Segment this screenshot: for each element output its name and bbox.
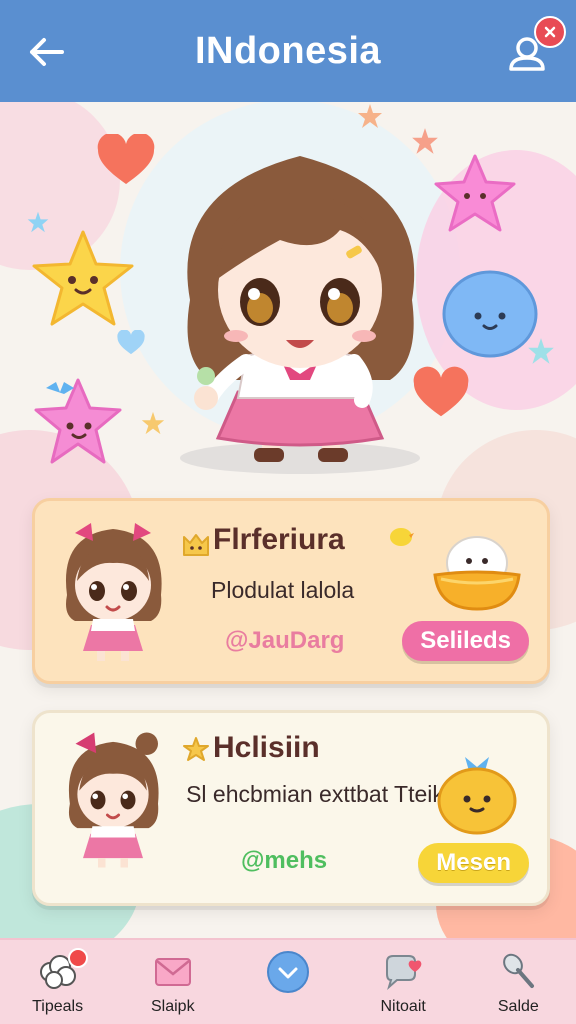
card-subtitle: Sl ehcbmian exttbat Tteik bbox=[186, 781, 444, 807]
content-card[interactable]: Flrferiura Plodulat lalola @JauDarg Seli… bbox=[32, 498, 550, 684]
chevron-down-icon bbox=[266, 951, 309, 993]
pink-star-sticker-icon bbox=[34, 378, 122, 464]
nav-item-slaipk[interactable]: Slaipk bbox=[123, 940, 223, 1016]
nav-item-salde[interactable]: Salde bbox=[468, 940, 568, 1016]
order-button[interactable]: Mesen bbox=[418, 843, 529, 883]
nav-label: Slaipk bbox=[150, 998, 195, 1015]
heart-sticker-icon bbox=[97, 134, 155, 184]
nav-item-nitoait[interactable]: Nitoait bbox=[353, 940, 453, 1016]
select-button[interactable]: Selileds bbox=[402, 621, 529, 661]
nav-label: Tipeals bbox=[32, 998, 84, 1015]
hero-character-illustration bbox=[180, 156, 420, 474]
rice-bowl-icon bbox=[433, 536, 521, 611]
small-star-icon bbox=[528, 338, 554, 364]
spoon-icon bbox=[503, 953, 535, 988]
notification-badge bbox=[67, 948, 88, 968]
nav-item-tipeals[interactable]: Tipeals bbox=[8, 940, 108, 1016]
cat-face-icon bbox=[183, 534, 209, 556]
bottom-nav: Tipeals Slaipk Nitoait Salde bbox=[0, 938, 576, 1024]
nav-label: Salde bbox=[497, 998, 539, 1015]
card-handle[interactable]: @mehs bbox=[241, 847, 327, 875]
page-title: INdonesia bbox=[194, 29, 382, 72]
close-icon bbox=[544, 26, 556, 38]
character-avatar-illustration bbox=[68, 732, 159, 868]
orange-fruit-icon bbox=[437, 757, 517, 835]
small-star-icon bbox=[358, 104, 382, 128]
app-header: INdonesia bbox=[0, 0, 576, 102]
card-handle[interactable]: @JauDarg bbox=[225, 627, 344, 655]
small-star-icon bbox=[27, 211, 49, 233]
close-badge[interactable] bbox=[534, 16, 566, 48]
content-card[interactable]: Hclisiin Sl ehcbmian exttbat Tteik @mehs… bbox=[32, 710, 550, 906]
card-title: Hclisiin bbox=[213, 731, 320, 764]
back-button[interactable] bbox=[24, 30, 68, 74]
heart-sticker-icon bbox=[117, 330, 145, 355]
nav-label: Nitoait bbox=[380, 998, 426, 1015]
card-title: Flrferiura bbox=[213, 523, 345, 556]
back-arrow-icon bbox=[30, 38, 64, 66]
character-avatar-illustration bbox=[65, 523, 162, 661]
house-star-icon bbox=[183, 737, 209, 761]
yellow-star-sticker-icon bbox=[32, 230, 134, 326]
card-subtitle: Plodulat lalola bbox=[211, 577, 355, 603]
chat-heart-icon bbox=[386, 955, 422, 990]
nav-item-center[interactable] bbox=[238, 940, 338, 998]
envelope-icon bbox=[154, 958, 191, 986]
chick-icon bbox=[390, 528, 414, 546]
